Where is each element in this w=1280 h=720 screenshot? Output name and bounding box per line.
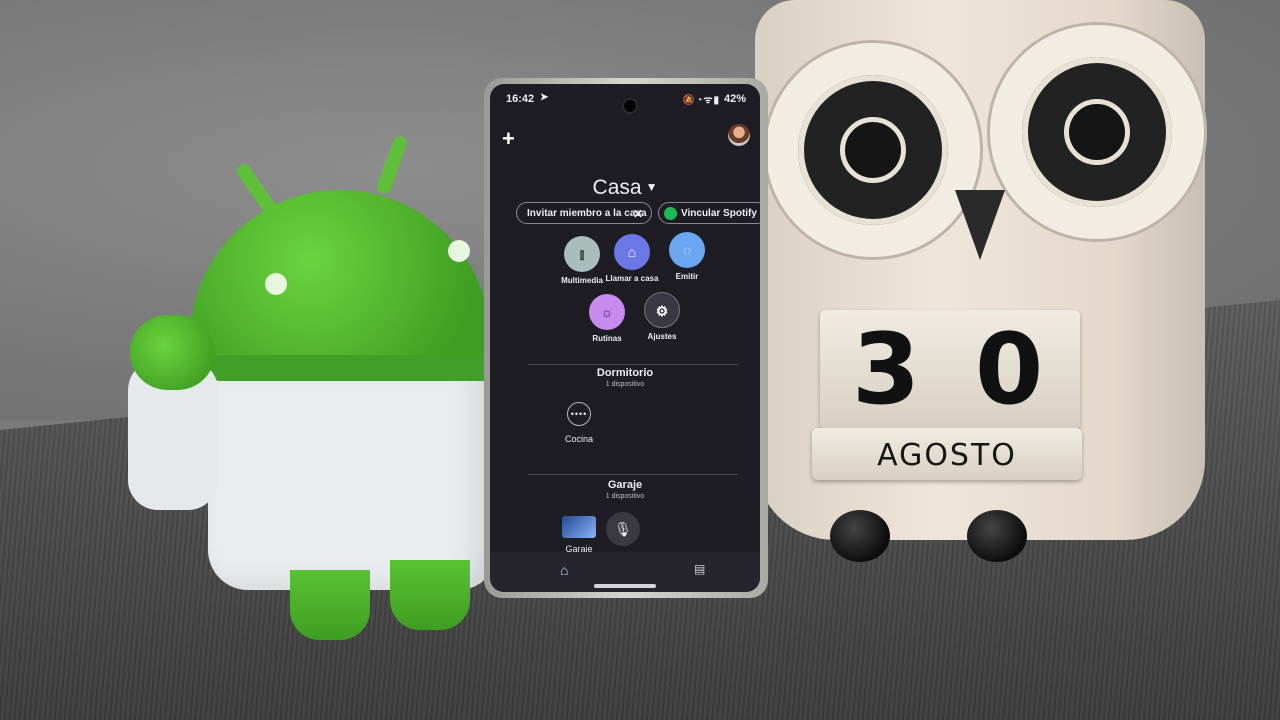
- bottom-navigation: ⌂ ▤: [490, 552, 760, 592]
- android-leg-left: [290, 570, 370, 640]
- gesture-bar[interactable]: [594, 584, 656, 588]
- account-avatar[interactable]: [728, 124, 750, 146]
- smartphone: 16:42 ➤ 🔕◔ᯤ▮ 42% + Casa ▼ Invitar miembro…: [484, 78, 768, 598]
- android-figurine: [120, 130, 520, 650]
- feed-nav-icon[interactable]: ▤: [694, 562, 705, 576]
- section-divider: [528, 474, 738, 475]
- android-shirt-body: [208, 360, 498, 590]
- tv-icon: [562, 516, 596, 538]
- android-antenna-right: [375, 134, 409, 196]
- owl-eye-right: [987, 22, 1207, 242]
- action-settings[interactable]: ⚙ Ajustes: [627, 292, 697, 341]
- action-cast[interactable]: ◌ Emitir: [652, 232, 722, 281]
- android-eye-left: [265, 273, 287, 295]
- owl-eye-right-pupil: [1064, 99, 1130, 165]
- action-label: Ajustes: [647, 332, 677, 341]
- owl-foot-right: [967, 510, 1027, 562]
- room-title: Garaje: [607, 479, 643, 491]
- spotify-icon: [664, 207, 677, 220]
- action-label: Llamar a casa: [605, 274, 659, 283]
- home-title: Casa: [592, 176, 642, 199]
- owl-foot-left: [830, 510, 890, 562]
- battery-level: 42%: [723, 93, 746, 105]
- device-garaje[interactable]: Garaje: [549, 516, 609, 554]
- android-hand: [130, 315, 215, 390]
- owl-eye-left: [763, 40, 983, 260]
- front-camera: [624, 100, 636, 112]
- microphone-button[interactable]: 🎙: [606, 512, 640, 546]
- action-label: Rutinas: [592, 334, 622, 343]
- calendar-day-digit-1: 3: [852, 313, 921, 427]
- room-subtitle: 1 dispositivo: [605, 381, 645, 388]
- status-time: 16:42: [506, 93, 535, 105]
- home-selector[interactable]: Casa ▼: [490, 176, 760, 200]
- calendar-day-digit-2: 0: [975, 313, 1044, 427]
- invite-member-chip[interactable]: Invitar miembro a la casa ✕: [516, 202, 652, 224]
- room-subtitle: 1 dispositivo: [605, 493, 645, 500]
- media-icon: ⫾: [564, 236, 600, 272]
- speaker-icon: ••••: [567, 402, 591, 426]
- invite-member-label: Invitar miembro a la casa: [527, 208, 647, 219]
- android-collar: [208, 355, 498, 381]
- close-icon[interactable]: ✕: [633, 203, 643, 225]
- calendar-month-block: AGOSTO: [812, 428, 1082, 480]
- owl-eye-left-ring: [798, 75, 948, 225]
- send-icon: ➤: [540, 92, 549, 103]
- cast-icon: ◌: [669, 232, 705, 268]
- device-cocina[interactable]: •••• Cocina: [549, 402, 609, 444]
- section-divider: [528, 364, 738, 365]
- owl-eye-right-ring: [1022, 57, 1172, 207]
- android-eye-right: [448, 240, 470, 262]
- device-label: Cocina: [564, 434, 593, 444]
- home-nav-icon[interactable]: ⌂: [560, 562, 568, 578]
- routines-icon: ☼: [589, 294, 625, 330]
- room-title: Dormitorio: [596, 367, 654, 379]
- google-home-screen: 16:42 ➤ 🔕◔ᯤ▮ 42% + Casa ▼ Invitar miembro…: [490, 84, 760, 592]
- link-spotify-chip[interactable]: Vincular Spotify: [658, 202, 760, 224]
- calendar-day-block: 3 0: [820, 310, 1080, 430]
- link-spotify-label: Vincular Spotify: [681, 208, 757, 219]
- chevron-down-icon: ▼: [645, 180, 658, 194]
- action-label: Emitir: [675, 272, 699, 281]
- owl-eye-left-pupil: [840, 117, 906, 183]
- home-call-icon: ⌂: [614, 234, 650, 270]
- gear-icon: ⚙: [644, 292, 680, 328]
- calendar-month: AGOSTO: [877, 438, 1017, 473]
- android-leg-right: [390, 560, 470, 630]
- add-button[interactable]: +: [502, 128, 515, 150]
- status-icons: 🔕◔ᯤ▮: [682, 95, 720, 106]
